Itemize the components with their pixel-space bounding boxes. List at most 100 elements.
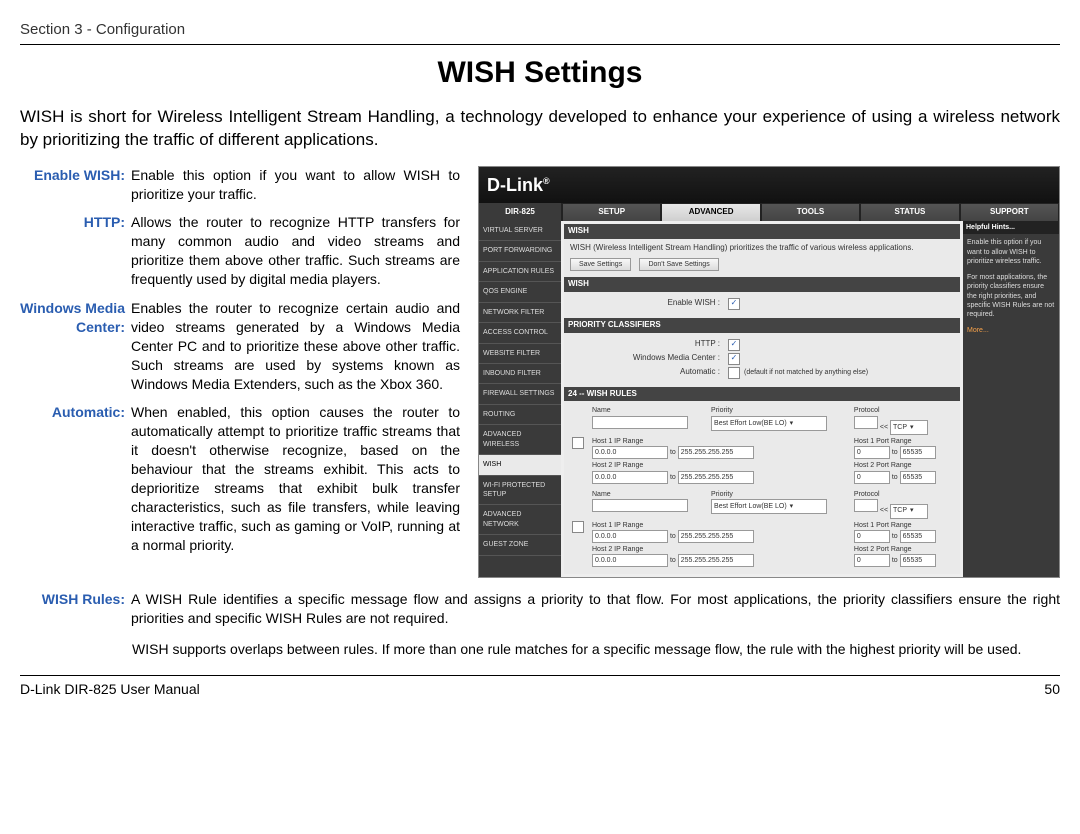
hints-title: Helpful Hints... bbox=[963, 221, 1059, 234]
h1-ip-to[interactable]: 255.255.255.255 bbox=[678, 530, 754, 543]
wish-rules-desc: A WISH Rule identifies a specific messag… bbox=[131, 590, 1060, 628]
auto-checkbox[interactable] bbox=[728, 367, 740, 379]
sidebar-item[interactable]: ADVANCED NETWORK bbox=[479, 505, 561, 535]
sidebar-item[interactable]: PORT FORWARDING bbox=[479, 241, 561, 261]
h2-ip-from[interactable]: 0.0.0.0 bbox=[592, 471, 668, 484]
definition-desc: Allows the router to recognize HTTP tran… bbox=[131, 213, 460, 289]
sidebar-item[interactable]: GUEST ZONE bbox=[479, 535, 561, 555]
h2-ip-to[interactable]: 255.255.255.255 bbox=[678, 554, 754, 567]
footer-page-number: 50 bbox=[1044, 680, 1060, 699]
http-checkbox[interactable] bbox=[728, 339, 740, 351]
wmc-checkbox[interactable] bbox=[728, 353, 740, 365]
definition-term: Enable WISH: bbox=[20, 166, 131, 204]
h1-ip-to[interactable]: 255.255.255.255 bbox=[678, 446, 754, 459]
h2-port-from[interactable]: 0 bbox=[854, 554, 890, 567]
panel-wish-text: WISH (Wireless Intelligent Stream Handli… bbox=[570, 243, 954, 254]
auto-label: Automatic : bbox=[570, 367, 728, 378]
h2-ip-to[interactable]: 255.255.255.255 bbox=[678, 471, 754, 484]
h1-port-to[interactable]: 65535 bbox=[900, 530, 936, 543]
sidebar-item[interactable]: WI-FI PROTECTED SETUP bbox=[479, 476, 561, 506]
definition-desc: Enable this option if you want to allow … bbox=[131, 166, 460, 204]
name-header: Name bbox=[592, 490, 707, 499]
hints-body-1: Enable this option if you want to allow … bbox=[967, 238, 1055, 266]
h1port-header: Host 1 Port Range bbox=[854, 437, 952, 446]
h1-ip-from[interactable]: 0.0.0.0 bbox=[592, 446, 668, 459]
h1-port-from[interactable]: 0 bbox=[854, 446, 890, 459]
main-tab-status[interactable]: STATUS bbox=[860, 203, 959, 221]
brand-bar: D-Link® bbox=[479, 167, 1059, 203]
sidebar-item[interactable]: QOS ENGINE bbox=[479, 282, 561, 302]
h1ip-header: Host 1 IP Range bbox=[592, 437, 850, 446]
main-tab-support[interactable]: SUPPORT bbox=[960, 203, 1059, 221]
sidebar-item[interactable]: ADVANCED WIRELESS bbox=[479, 425, 561, 455]
protocol-header: Protocol bbox=[854, 406, 952, 415]
page-footer: D-Link DIR-825 User Manual 50 bbox=[20, 675, 1060, 699]
rule-name-input[interactable] bbox=[592, 416, 688, 429]
sidebar-item[interactable]: INBOUND FILTER bbox=[479, 364, 561, 384]
model-label: DIR-825 bbox=[479, 203, 562, 221]
assign-label: << bbox=[880, 507, 888, 514]
to-label: to bbox=[670, 533, 676, 540]
h1-port-to[interactable]: 65535 bbox=[900, 446, 936, 459]
h2-port-to[interactable]: 65535 bbox=[900, 471, 936, 484]
main-tab-tools[interactable]: TOOLS bbox=[761, 203, 860, 221]
h2port-header: Host 2 Port Range bbox=[854, 545, 952, 554]
footer-left: D-Link DIR-825 User Manual bbox=[20, 680, 200, 699]
definition-desc: When enabled, this option causes the rou… bbox=[131, 403, 460, 554]
wish-rules-term: WISH Rules: bbox=[20, 590, 131, 628]
enable-wish-checkbox[interactable] bbox=[728, 298, 740, 310]
h2ip-header: Host 2 IP Range bbox=[592, 545, 850, 554]
name-header: Name bbox=[592, 406, 707, 415]
panel-wish-title: WISH bbox=[564, 224, 960, 239]
main-tab-advanced[interactable]: ADVANCED bbox=[661, 203, 760, 221]
hints-more-link[interactable]: More... bbox=[967, 326, 1055, 335]
dont-save-button[interactable]: Don't Save Settings bbox=[639, 258, 718, 271]
wish-rule-row: Name Priority Best Effort Low(BE LO) Pro… bbox=[570, 405, 954, 485]
definition-row: Enable WISH:Enable this option if you wa… bbox=[20, 166, 460, 204]
panel-rules-title: 24 -- WISH RULES bbox=[564, 387, 960, 402]
rule-protocol-input[interactable] bbox=[854, 499, 878, 512]
rule-priority-select[interactable]: Best Effort Low(BE LO) bbox=[711, 499, 827, 514]
sidebar-item[interactable]: WEBSITE FILTER bbox=[479, 344, 561, 364]
sidebar-item[interactable]: FIREWALL SETTINGS bbox=[479, 384, 561, 404]
reg-mark: ® bbox=[543, 176, 550, 186]
sidebar-item[interactable]: WISH bbox=[479, 455, 561, 475]
rule-enable-checkbox[interactable] bbox=[572, 437, 584, 449]
helpful-hints: Helpful Hints... Enable this option if y… bbox=[963, 221, 1059, 577]
wish-rules-extra: WISH supports overlaps between rules. If… bbox=[132, 640, 1060, 659]
h2-port-to[interactable]: 65535 bbox=[900, 554, 936, 567]
brand-name: D-Link bbox=[487, 175, 543, 195]
to-label: to bbox=[892, 557, 898, 564]
definition-row: HTTP:Allows the router to recognize HTTP… bbox=[20, 213, 460, 289]
rule-name-input[interactable] bbox=[592, 499, 688, 512]
wmc-label: Windows Media Center : bbox=[570, 353, 728, 364]
content-area: WISH WISH (Wireless Intelligent Stream H… bbox=[561, 221, 963, 577]
to-label: to bbox=[892, 533, 898, 540]
sidebar-item[interactable]: APPLICATION RULES bbox=[479, 262, 561, 282]
section-header: Section 3 - Configuration bbox=[20, 20, 1060, 45]
to-label: to bbox=[670, 557, 676, 564]
h2port-header: Host 2 Port Range bbox=[854, 461, 952, 470]
h2-ip-from[interactable]: 0.0.0.0 bbox=[592, 554, 668, 567]
http-label: HTTP : bbox=[570, 339, 728, 350]
rule-protocol-select[interactable]: TCP bbox=[890, 420, 928, 435]
sidebar-nav: VIRTUAL SERVERPORT FORWARDINGAPPLICATION… bbox=[479, 221, 561, 577]
rule-enable-checkbox[interactable] bbox=[572, 521, 584, 533]
rule-protocol-select[interactable]: TCP bbox=[890, 504, 928, 519]
save-settings-button[interactable]: Save Settings bbox=[570, 258, 631, 271]
sidebar-item[interactable]: ACCESS CONTROL bbox=[479, 323, 561, 343]
sidebar-item[interactable]: ROUTING bbox=[479, 405, 561, 425]
wish-rule-row: Name Priority Best Effort Low(BE LO) Pro… bbox=[570, 489, 954, 569]
router-screenshot: D-Link® DIR-825 SETUPADVANCEDTOOLSSTATUS… bbox=[478, 166, 1060, 579]
h1-port-from[interactable]: 0 bbox=[854, 530, 890, 543]
sidebar-item[interactable]: VIRTUAL SERVER bbox=[479, 221, 561, 241]
h1-ip-from[interactable]: 0.0.0.0 bbox=[592, 530, 668, 543]
rule-priority-select[interactable]: Best Effort Low(BE LO) bbox=[711, 416, 827, 431]
wish-rules-def: WISH Rules: A WISH Rule identifies a spe… bbox=[20, 590, 1060, 628]
definition-term: Windows Media Center: bbox=[20, 299, 131, 393]
h2-port-from[interactable]: 0 bbox=[854, 471, 890, 484]
sidebar-item[interactable]: NETWORK FILTER bbox=[479, 303, 561, 323]
panel-priority-title: PRIORITY CLASSIFIERS bbox=[564, 318, 960, 333]
main-tab-setup[interactable]: SETUP bbox=[562, 203, 661, 221]
rule-protocol-input[interactable] bbox=[854, 416, 878, 429]
